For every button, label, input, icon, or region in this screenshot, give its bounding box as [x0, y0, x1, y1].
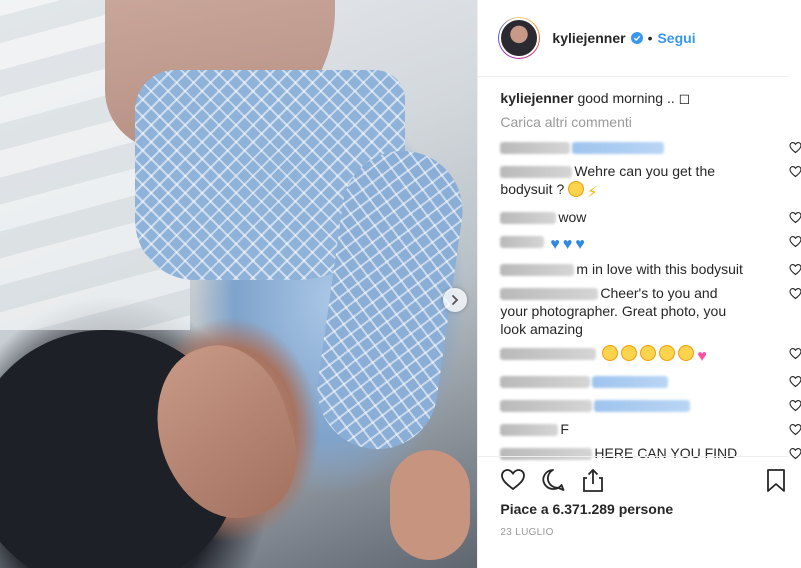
heart-icon[interactable] — [500, 467, 526, 493]
comment-icon[interactable] — [540, 467, 566, 493]
separator-dot: • — [647, 30, 653, 46]
caption: kyliejenner good morning .. ◻ — [500, 88, 780, 108]
comment-row — [500, 138, 801, 156]
comment-username-blurred[interactable] — [500, 424, 559, 437]
comment-row: m in love with this bodysuit — [500, 260, 801, 278]
comment-username-blurred[interactable] — [500, 212, 557, 225]
comment-username-blurred[interactable] — [500, 400, 593, 413]
pinkheart-emoji-icon: ♥ — [697, 348, 707, 365]
comment-username-blurred[interactable] — [500, 264, 575, 277]
comment-rows: Wehre can you get the bodysuit ? ⚡ wow ♥ ♥ ♥… — [500, 138, 801, 462]
comment-like-heart-icon[interactable] — [789, 447, 801, 460]
comment-username-blurred[interactable] — [500, 288, 599, 301]
comment-row: F — [500, 420, 801, 438]
comment-username-blurred[interactable] — [500, 142, 571, 155]
comment-username-blurred[interactable] — [500, 166, 573, 179]
comment-username-blurred[interactable] — [500, 236, 545, 249]
comments-list: kyliejenner good morning .. ◻ Carica alt… — [500, 88, 801, 468]
bookmark-icon[interactable] — [763, 467, 789, 493]
comment-text: Wehre can you get the — [574, 163, 716, 179]
comment-text-line2: your photographer. Great photo, you — [500, 303, 727, 319]
comment-like-heart-icon[interactable] — [789, 235, 801, 248]
love-emoji-icon — [621, 345, 638, 361]
instagram-post: kyliejenner • Segui kyliejenner good mor… — [0, 0, 801, 568]
verified-badge-icon — [630, 32, 643, 44]
comment-mention-blurred[interactable] — [572, 142, 665, 155]
comment-like-heart-icon[interactable] — [789, 399, 801, 412]
love-emoji-icon — [678, 345, 695, 361]
comment-row — [500, 372, 801, 390]
comment-row: wow — [500, 208, 801, 226]
post-date[interactable]: 23 LUGLIO — [500, 527, 553, 538]
comment-like-heart-icon[interactable] — [789, 263, 801, 276]
post-sidebar: kyliejenner • Segui kyliejenner good mor… — [477, 0, 801, 568]
photo-hand — [390, 450, 470, 560]
share-icon[interactable] — [580, 467, 606, 493]
post-header: kyliejenner • Segui — [478, 0, 789, 77]
comment-like-heart-icon[interactable] — [789, 287, 801, 300]
love-emoji-icon — [659, 345, 676, 361]
comment-username-blurred[interactable] — [500, 376, 591, 389]
chevron-right-icon — [452, 295, 459, 305]
bolt-emoji-icon: ⚡ — [587, 184, 598, 201]
comment-row: Wehre can you get the bodysuit ? ⚡ — [500, 162, 801, 202]
comment-row: Cheer's to you and your photographer. Gre… — [500, 284, 801, 338]
load-more-comments[interactable]: Carica altri commenti — [500, 114, 780, 130]
comment-row: ♥ ♥ ♥ — [500, 232, 801, 254]
comment-text: Cheer's to you and — [600, 285, 718, 301]
comment-like-heart-icon[interactable] — [789, 141, 801, 154]
comment-text: m in love with this bodysuit — [576, 261, 743, 277]
comment-text-line2: bodysuit ? — [500, 181, 565, 197]
blueheart-emoji-icon: ♥ — [562, 236, 573, 253]
post-photo[interactable] — [0, 0, 478, 568]
comment-mention-blurred[interactable] — [592, 376, 669, 389]
action-icons — [478, 457, 789, 503]
avatar[interactable] — [498, 17, 541, 59]
comment-text: wow — [558, 209, 587, 225]
avatar-image — [499, 18, 540, 58]
follow-button[interactable]: Segui — [657, 30, 695, 46]
username-link[interactable]: kyliejenner — [552, 30, 625, 46]
action-bar: Piace a 6.371.289 persone 23 LUGLIO — [478, 456, 789, 538]
comment-text-line3: look amazing — [500, 321, 583, 337]
comment-mention-blurred[interactable] — [594, 400, 691, 413]
comment-like-heart-icon[interactable] — [789, 347, 801, 360]
next-photo-button[interactable] — [443, 288, 467, 312]
comment-like-heart-icon[interactable] — [789, 165, 801, 178]
comment-text: F — [560, 421, 569, 437]
blueheart-emoji-icon: ♥ — [575, 236, 585, 253]
comment-like-heart-icon[interactable] — [789, 211, 801, 224]
comment-username-blurred[interactable] — [500, 348, 597, 361]
love-emoji-icon — [568, 181, 585, 197]
likes-count[interactable]: Piace a 6.371.289 persone — [500, 501, 673, 517]
comment-like-heart-icon[interactable] — [789, 375, 801, 388]
blueheart-emoji-icon: ♥ — [550, 236, 560, 253]
love-emoji-icon — [602, 345, 619, 361]
comment-row: ♥ — [500, 344, 801, 366]
caption-username[interactable]: kyliejenner — [500, 90, 573, 106]
comment-like-heart-icon[interactable] — [789, 423, 801, 436]
caption-text: good morning .. ◻ — [577, 90, 691, 106]
comment-row — [500, 396, 801, 414]
love-emoji-icon — [640, 345, 657, 361]
